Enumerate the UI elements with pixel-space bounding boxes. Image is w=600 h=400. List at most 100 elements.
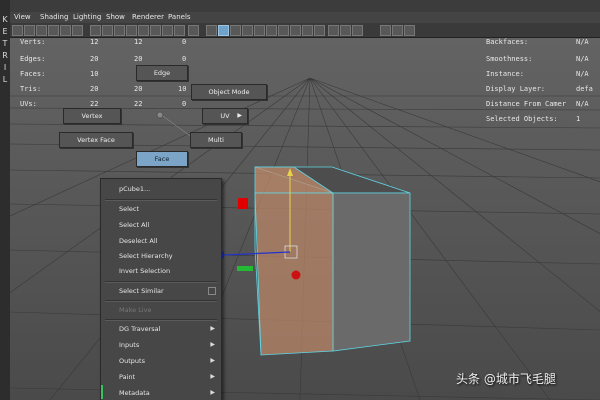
- menu-item-object-name[interactable]: pCube1...: [119, 185, 150, 193]
- hud-display-layer-label: Display Layer:: [486, 85, 546, 93]
- film-gate-icon[interactable]: [102, 25, 113, 36]
- menu-separator: [105, 281, 217, 283]
- panel-toolbar: [10, 23, 600, 38]
- menu-item-deselect-all[interactable]: Deselect All: [119, 237, 157, 245]
- backface-culling-icon[interactable]: [404, 25, 415, 36]
- xray-active-icon[interactable]: [392, 25, 403, 36]
- field-chart-icon[interactable]: [138, 25, 149, 36]
- menu-shading[interactable]: Shading: [40, 12, 68, 23]
- xray-joints-icon[interactable]: [380, 25, 391, 36]
- menu-lighting[interactable]: Lighting: [73, 12, 101, 23]
- menu-show[interactable]: Show: [106, 12, 125, 23]
- isolate-select-icon[interactable]: [174, 25, 185, 36]
- menu-view[interactable]: View: [14, 12, 31, 23]
- context-menu: pCube1... Select Select All Deselect All…: [100, 178, 222, 400]
- marking-menu-uv-label: UV: [220, 112, 230, 120]
- hud-tris-value: 10: [178, 85, 187, 93]
- smooth-shade-icon[interactable]: [218, 25, 229, 36]
- submenu-arrow-icon: ▶: [237, 112, 242, 119]
- marking-menu-uv[interactable]: UV ▶: [202, 108, 248, 124]
- menu-item-metadata[interactable]: Metadata: [119, 389, 150, 397]
- safe-title-icon[interactable]: [162, 25, 173, 36]
- color-management-icon[interactable]: [352, 25, 363, 36]
- motion-blur-icon[interactable]: [290, 25, 301, 36]
- menu-item-paint[interactable]: Paint: [119, 373, 135, 381]
- side-mark: I: [3, 63, 7, 72]
- hud-smoothness-value: N/A: [576, 55, 589, 63]
- grid-icon[interactable]: [90, 25, 101, 36]
- marking-menu-object-mode[interactable]: Object Mode: [191, 84, 267, 100]
- lights-icon[interactable]: [254, 25, 265, 36]
- bookmark-icon[interactable]: [36, 25, 47, 36]
- hud-selected-objects-value: 1: [576, 115, 581, 123]
- menu-item-select-similar[interactable]: Select Similar: [119, 287, 164, 295]
- marking-menu-edge[interactable]: Edge: [136, 65, 188, 81]
- hud-uvs-value: 0: [182, 100, 187, 108]
- menu-item-dg-traversal[interactable]: DG Traversal: [119, 325, 160, 333]
- maya-window: K E T R I L View Shading Lighting Show R…: [0, 0, 600, 400]
- hud-distance-value: N/A: [576, 100, 589, 108]
- menu-item-make-live: Make Live: [119, 306, 152, 314]
- anti-aliasing-icon[interactable]: [302, 25, 313, 36]
- gamma-icon[interactable]: [340, 25, 351, 36]
- hud-tris-label: Tris:: [20, 85, 42, 93]
- menu-renderer[interactable]: Renderer: [132, 12, 164, 23]
- panel-menubar: View Shading Lighting Show Renderer Pane…: [10, 12, 600, 23]
- submenu-arrow-icon: ▶: [210, 357, 215, 364]
- perspective-viewport[interactable]: Verts: 12 12 0 Edges: 20 20 0 Faces: 10 …: [10, 38, 600, 400]
- watermark: 头条 @城市飞毛腿: [456, 372, 556, 386]
- hud-faces-label: Faces:: [20, 70, 46, 78]
- wireframe-on-shaded-icon[interactable]: [230, 25, 241, 36]
- resolution-gate-icon[interactable]: [114, 25, 125, 36]
- menu-item-select[interactable]: Select: [119, 205, 139, 213]
- hud-distance-label: Distance From Camer: [486, 100, 567, 108]
- textured-icon[interactable]: [242, 25, 253, 36]
- hud-instance-value: N/A: [576, 70, 589, 78]
- hud-edges-label: Edges:: [20, 55, 46, 63]
- camera-attributes-icon[interactable]: [24, 25, 35, 36]
- hud-edges-value: 20: [90, 55, 99, 63]
- menu-item-select-hierarchy[interactable]: Select Hierarchy: [119, 252, 173, 260]
- menu-item-outputs[interactable]: Outputs: [119, 357, 145, 365]
- menu-item-select-all[interactable]: Select All: [119, 221, 149, 229]
- exposure-icon[interactable]: [328, 25, 339, 36]
- side-mark: K: [2, 15, 8, 24]
- hud-backfaces-value: N/A: [576, 38, 589, 46]
- xray-icon[interactable]: [188, 25, 199, 36]
- depth-of-field-icon[interactable]: [314, 25, 325, 36]
- hud-edges-value: 20: [134, 55, 143, 63]
- camera-icon[interactable]: [12, 25, 23, 36]
- hud-uvs-label: UVs:: [20, 100, 37, 108]
- shadows-icon[interactable]: [266, 25, 277, 36]
- marking-menu-vertex[interactable]: Vertex: [63, 108, 121, 124]
- side-mark: T: [2, 39, 8, 48]
- ambient-occlusion-icon[interactable]: [278, 25, 289, 36]
- two-d-pan-icon[interactable]: [60, 25, 71, 36]
- cube-mesh[interactable]: [254, 166, 411, 356]
- menu-separator: [105, 319, 217, 321]
- hud-instance-label: Instance:: [486, 70, 524, 78]
- safe-action-icon[interactable]: [150, 25, 161, 36]
- hud-tris-value: 20: [90, 85, 99, 93]
- title-strip: [0, 0, 600, 12]
- menu-panels[interactable]: Panels: [168, 12, 191, 23]
- gate-mask-icon[interactable]: [126, 25, 137, 36]
- side-mark: L: [2, 75, 8, 84]
- hud-tris-value: 20: [134, 85, 143, 93]
- grease-pencil-icon[interactable]: [72, 25, 83, 36]
- side-mark: R: [2, 51, 8, 60]
- hud-selected-objects-label: Selected Objects:: [486, 115, 558, 123]
- focus-indicator: [101, 385, 103, 399]
- hud-edges-value: 0: [182, 55, 187, 63]
- menu-item-invert-selection[interactable]: Invert Selection: [119, 267, 170, 275]
- image-plane-icon[interactable]: [48, 25, 59, 36]
- side-mark: E: [2, 27, 8, 36]
- option-box-icon[interactable]: [208, 287, 216, 295]
- marking-menu-vertex-face[interactable]: Vertex Face: [59, 132, 133, 148]
- marking-menu-face[interactable]: Face: [136, 151, 188, 167]
- marking-menu-multi[interactable]: Multi: [190, 132, 242, 148]
- wireframe-icon[interactable]: [206, 25, 217, 36]
- side-panel-marks: K E T R I L: [0, 14, 10, 86]
- menu-item-inputs[interactable]: Inputs: [119, 341, 139, 349]
- hud-uvs-value: 22: [90, 100, 99, 108]
